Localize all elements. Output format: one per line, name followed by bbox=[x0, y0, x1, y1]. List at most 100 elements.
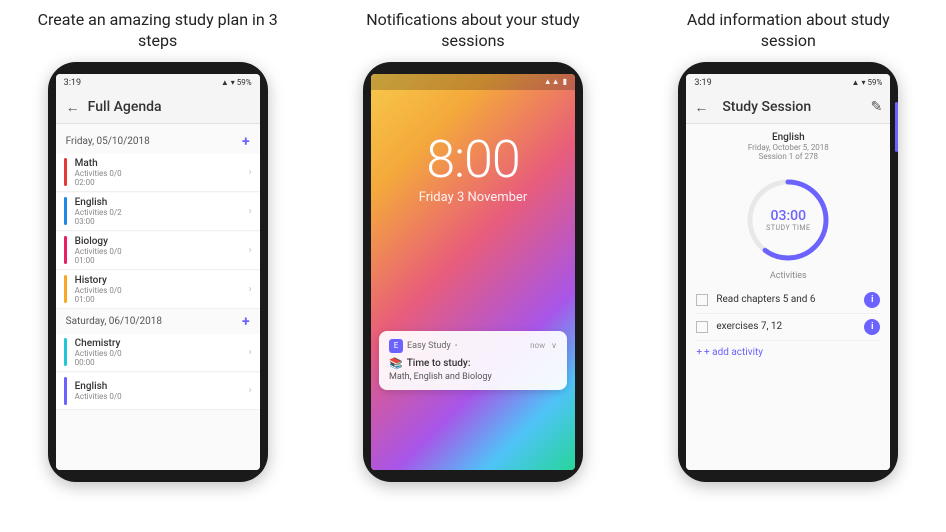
item-info-biology: Biology Activities 0/0 01:00 bbox=[75, 236, 249, 265]
timer-center: 03:00 STUDY TIME bbox=[766, 208, 810, 232]
activity-text-2: exercises 7, 12 bbox=[716, 321, 864, 332]
color-bar-biology bbox=[64, 236, 67, 264]
lock-screen: ▲▲ ▮ 8:00 Friday 3 November E Easy Study… bbox=[371, 74, 575, 470]
phone-screen-study: 3:19 ▲ ▾ 59% ← Study Session ✎ Engli bbox=[686, 74, 890, 470]
panel-notifications-title: Notifications about your study sessions bbox=[343, 10, 603, 52]
back-button-study[interactable]: ← bbox=[694, 99, 708, 116]
panel-notifications: Notifications about your study sessions … bbox=[315, 0, 630, 532]
chevron-english2: › bbox=[249, 385, 252, 396]
add-button-date1[interactable]: + bbox=[242, 134, 250, 150]
chevron-biology: › bbox=[249, 245, 252, 256]
status-time-study: 3:19 bbox=[694, 78, 711, 88]
activity-info-btn-2[interactable]: i bbox=[864, 319, 880, 335]
status-icons-study: ▲ ▾ 59% bbox=[852, 78, 883, 87]
activity-checkbox-1[interactable] bbox=[696, 294, 708, 306]
toolbar-title-study: Study Session bbox=[722, 99, 811, 115]
item-info-history: History Activities 0/0 01:00 bbox=[75, 275, 249, 304]
list-item[interactable]: English Activities 0/0 › bbox=[56, 373, 260, 410]
lock-date: Friday 3 November bbox=[419, 190, 528, 205]
study-subject-info: English Friday, October 5, 2018 Session … bbox=[686, 124, 890, 165]
phone-screen-agenda: 3:19 ▲ ▾ 59% ← Full Agenda Friday, 05/10… bbox=[56, 74, 260, 470]
phone-frame-notifications: ▲▲ ▮ 8:00 Friday 3 November E Easy Study… bbox=[363, 62, 583, 482]
app-icon: E bbox=[389, 339, 403, 353]
battery-study: 59% bbox=[867, 78, 882, 87]
panel-study-title: Add information about study session bbox=[658, 10, 918, 52]
notification-card: E Easy Study • now ∨ 📚 Time to study: Ma… bbox=[379, 331, 567, 390]
lock-signal-icon: ▲▲ bbox=[544, 77, 560, 86]
status-bar-study: 3:19 ▲ ▾ 59% bbox=[686, 74, 890, 92]
study-session-count: Session 1 of 278 bbox=[696, 152, 880, 161]
date-label-2: Saturday, 06/10/2018 bbox=[66, 316, 162, 327]
timer-container: 03:00 STUDY TIME bbox=[686, 165, 890, 271]
color-bar-math bbox=[64, 158, 67, 186]
toolbar-study: ← Study Session ✎ bbox=[686, 92, 890, 124]
color-bar-english2 bbox=[64, 377, 67, 405]
notif-app-name: Easy Study bbox=[407, 341, 451, 351]
notif-header: E Easy Study • now ∨ bbox=[389, 339, 557, 353]
status-icons-agenda: ▲ ▾ 59% bbox=[221, 78, 252, 87]
toolbar-left-study: ← Study Session bbox=[694, 99, 811, 116]
add-button-date2[interactable]: + bbox=[242, 314, 250, 330]
phone-frame-study: 3:19 ▲ ▾ 59% ← Study Session ✎ Engli bbox=[678, 62, 898, 482]
status-bar-agenda: 3:19 ▲ ▾ 59% bbox=[56, 74, 260, 92]
list-item[interactable]: Biology Activities 0/0 01:00 › bbox=[56, 232, 260, 270]
item-info-english2: English Activities 0/0 bbox=[75, 381, 249, 401]
toolbar-title-agenda: Full Agenda bbox=[88, 99, 162, 115]
back-button-agenda[interactable]: ← bbox=[66, 99, 80, 116]
wifi-icon: ▾ bbox=[231, 78, 235, 87]
add-activity-label: + add activity bbox=[704, 347, 763, 358]
item-info-english1: English Activities 0/2 03:00 bbox=[75, 197, 249, 226]
timer-circle[interactable]: 03:00 STUDY TIME bbox=[743, 175, 833, 265]
phone-screen-notifications: ▲▲ ▮ 8:00 Friday 3 November E Easy Study… bbox=[371, 74, 575, 470]
item-sub-math: Activities 0/0 02:00 bbox=[75, 169, 249, 187]
study-subject-name: English bbox=[696, 132, 880, 143]
item-name-math: Math bbox=[75, 158, 249, 169]
panel-agenda-title: Create an amazing study plan in 3 steps bbox=[28, 10, 288, 52]
list-item[interactable]: Chemistry Activities 0/0 00:00 › bbox=[56, 334, 260, 372]
notif-dot: • bbox=[455, 341, 458, 350]
date-header-1: Friday, 05/10/2018 + bbox=[56, 130, 260, 154]
color-bar-history bbox=[64, 275, 67, 303]
signal-icon-study: ▲ bbox=[852, 78, 860, 87]
wifi-icon-study: ▾ bbox=[861, 78, 865, 87]
toolbar-agenda: ← Full Agenda bbox=[56, 92, 260, 124]
notif-title: 📚 Time to study: bbox=[389, 357, 557, 370]
lock-battery-icon: ▮ bbox=[563, 77, 567, 86]
activity-info-btn-1[interactable]: i bbox=[864, 292, 880, 308]
study-date: Friday, October 5, 2018 bbox=[696, 143, 880, 152]
signal-icon: ▲ bbox=[221, 78, 229, 87]
add-icon: + bbox=[696, 347, 702, 358]
timer-label: STUDY TIME bbox=[766, 224, 810, 232]
panel-agenda: Create an amazing study plan in 3 steps … bbox=[0, 0, 315, 532]
color-bar-english1 bbox=[64, 197, 67, 225]
notif-chevron-icon: ∨ bbox=[551, 341, 557, 350]
date-header-2: Saturday, 06/10/2018 + bbox=[56, 310, 260, 334]
list-item[interactable]: History Activities 0/0 01:00 › bbox=[56, 271, 260, 309]
edit-icon[interactable]: ✎ bbox=[871, 99, 883, 115]
book-icon: 📚 bbox=[389, 357, 403, 370]
activities-section: Activities Read chapters 5 and 6 i exerc… bbox=[686, 271, 890, 364]
battery-agenda: 59% bbox=[237, 78, 252, 87]
study-screen-body: English Friday, October 5, 2018 Session … bbox=[686, 124, 890, 470]
activity-item-1: Read chapters 5 and 6 i bbox=[696, 287, 880, 314]
activity-text-1: Read chapters 5 and 6 bbox=[716, 294, 864, 305]
chevron-history: › bbox=[249, 284, 252, 295]
chevron-english1: › bbox=[249, 206, 252, 217]
accent-bar bbox=[895, 102, 898, 152]
phone-frame-agenda: 3:19 ▲ ▾ 59% ← Full Agenda Friday, 05/10… bbox=[48, 62, 268, 482]
activities-label: Activities bbox=[696, 271, 880, 281]
add-activity-button[interactable]: + + add activity bbox=[696, 341, 880, 364]
date-label-1: Friday, 05/10/2018 bbox=[66, 136, 150, 147]
lock-time: 8:00 bbox=[419, 134, 528, 186]
chevron-chemistry: › bbox=[249, 347, 252, 358]
panel-study-session: Add information about study session 3:19… bbox=[631, 0, 946, 532]
item-info-math: Math Activities 0/0 02:00 bbox=[75, 158, 249, 187]
lock-status-bar: ▲▲ ▮ bbox=[371, 74, 575, 90]
item-info-chemistry: Chemistry Activities 0/0 00:00 bbox=[75, 338, 249, 367]
list-item[interactable]: English Activities 0/2 03:00 › bbox=[56, 193, 260, 231]
activity-checkbox-2[interactable] bbox=[696, 321, 708, 333]
chevron-math: › bbox=[249, 167, 252, 178]
lock-time-container: 8:00 Friday 3 November bbox=[419, 134, 528, 205]
list-item[interactable]: Math Activities 0/0 02:00 › bbox=[56, 154, 260, 192]
notif-time: now bbox=[530, 341, 545, 350]
